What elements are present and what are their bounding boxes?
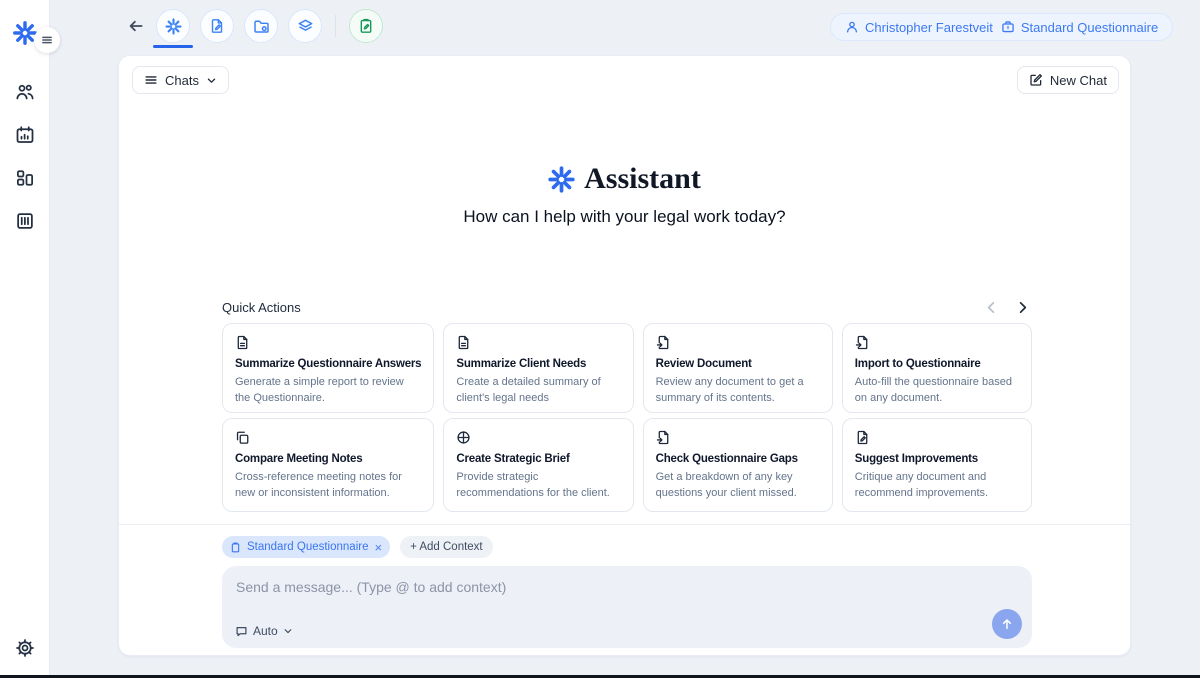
message-input[interactable] bbox=[236, 579, 976, 619]
card-import-to-questionnaire[interactable]: Import to Questionnaire Auto-fill the qu… bbox=[842, 323, 1032, 413]
chat-bubble-icon bbox=[235, 625, 248, 638]
pencil-square-icon bbox=[1029, 73, 1043, 87]
copy-icon bbox=[235, 430, 421, 445]
session-context-pill[interactable]: Christopher Farestveit Standard Question… bbox=[830, 13, 1173, 41]
file-import-icon bbox=[855, 335, 1019, 350]
new-chat-label: New Chat bbox=[1050, 73, 1107, 88]
hero-subtitle: How can I help with your legal work toda… bbox=[119, 207, 1130, 227]
context-chip-label: Standard Questionnaire bbox=[247, 541, 368, 553]
file-pen-icon bbox=[855, 430, 1019, 445]
file-import-icon bbox=[656, 335, 820, 350]
sidebar-nav bbox=[12, 79, 38, 234]
clipboard-icon bbox=[230, 542, 241, 553]
arrow-up-icon bbox=[1000, 617, 1014, 631]
card-summarize-questionnaire-answers[interactable]: Summarize Questionnaire Answers Generate… bbox=[222, 323, 434, 413]
card-description: Cross-reference meeting notes for new or… bbox=[235, 470, 421, 502]
card-title: Suggest Improvements bbox=[855, 453, 1019, 465]
sidebar bbox=[0, 0, 50, 678]
chats-label: Chats bbox=[165, 73, 199, 88]
target-icon bbox=[456, 430, 620, 445]
clipboard-pen-icon bbox=[358, 18, 374, 34]
card-description: Get a breakdown of any key questions you… bbox=[656, 470, 820, 502]
sidebar-toggle-button[interactable] bbox=[34, 27, 60, 53]
tab-vault[interactable] bbox=[244, 9, 278, 43]
sidebar-item-layout[interactable] bbox=[12, 165, 38, 191]
card-suggest-improvements[interactable]: Suggest Improvements Critique any docume… bbox=[842, 418, 1032, 512]
hamburger-icon bbox=[41, 34, 53, 46]
card-title: Compare Meeting Notes bbox=[235, 453, 421, 465]
folder-lock-icon bbox=[253, 18, 270, 35]
card-title: Create Strategic Brief bbox=[456, 453, 620, 465]
chevron-down-icon bbox=[283, 626, 293, 636]
context-name: Standard Questionnaire bbox=[1021, 20, 1158, 35]
card-description: Review any document to get a summary of … bbox=[656, 375, 820, 407]
workspace-tabs bbox=[156, 9, 383, 43]
sidebar-item-clients[interactable] bbox=[12, 79, 38, 105]
assistant-spark-icon bbox=[548, 166, 575, 193]
chevron-down-icon bbox=[206, 75, 217, 86]
context-segment[interactable]: Standard Questionnaire bbox=[1001, 20, 1158, 35]
chip-close-icon[interactable]: × bbox=[374, 541, 382, 554]
card-description: Generate a simple report to review the Q… bbox=[235, 375, 421, 407]
composer-divider bbox=[119, 524, 1130, 525]
arrow-left-icon bbox=[127, 17, 145, 35]
active-tab-indicator bbox=[153, 45, 193, 48]
card-description: Create a detailed summary of client's le… bbox=[456, 375, 620, 407]
file-text-icon bbox=[235, 335, 421, 350]
card-description: Provide strategic recommendations for th… bbox=[456, 470, 620, 502]
message-composer: Auto bbox=[222, 566, 1032, 648]
tabs-divider bbox=[335, 15, 336, 37]
add-context-label: + Add Context bbox=[410, 541, 483, 553]
context-chips-row: Standard Questionnaire × + Add Context bbox=[222, 536, 493, 558]
back-button[interactable] bbox=[127, 17, 145, 35]
app-spark-logo bbox=[13, 21, 37, 45]
chevron-left-icon[interactable] bbox=[984, 300, 999, 315]
card-check-questionnaire-gaps[interactable]: Check Questionnaire Gaps Get a breakdown… bbox=[643, 418, 833, 512]
tab-assistant[interactable] bbox=[156, 9, 190, 43]
card-title: Check Questionnaire Gaps bbox=[656, 453, 820, 465]
settings-gear-icon[interactable] bbox=[12, 635, 38, 661]
card-title: Review Document bbox=[656, 358, 820, 370]
user-name: Christopher Farestveit bbox=[865, 20, 993, 35]
card-compare-meeting-notes[interactable]: Compare Meeting Notes Cross-reference me… bbox=[222, 418, 434, 512]
sidebar-item-calendar[interactable] bbox=[12, 122, 38, 148]
person-icon bbox=[845, 20, 859, 34]
quick-actions-label: Quick Actions bbox=[222, 300, 301, 315]
card-description: Critique any document and recommend impr… bbox=[855, 470, 1019, 502]
card-create-strategic-brief[interactable]: Create Strategic Brief Provide strategic… bbox=[443, 418, 633, 512]
file-text-icon bbox=[456, 335, 620, 350]
tab-drafting[interactable] bbox=[200, 9, 234, 43]
new-chat-button[interactable]: New Chat bbox=[1017, 66, 1119, 94]
menu-icon bbox=[144, 73, 158, 87]
tab-questionnaire[interactable] bbox=[349, 9, 383, 43]
add-context-button[interactable]: + Add Context bbox=[400, 536, 493, 558]
layers-icon bbox=[297, 18, 314, 35]
assistant-panel: Chats New Chat Assistant How can I help … bbox=[118, 55, 1131, 656]
card-summarize-client-needs[interactable]: Summarize Client Needs Create a detailed… bbox=[443, 323, 633, 413]
sidebar-item-library[interactable] bbox=[12, 208, 38, 234]
tab-layers[interactable] bbox=[288, 9, 322, 43]
file-import-icon bbox=[656, 430, 820, 445]
file-pen-icon bbox=[209, 18, 225, 34]
card-title: Summarize Questionnaire Answers bbox=[235, 358, 421, 370]
card-title: Import to Questionnaire bbox=[855, 358, 1019, 370]
send-button[interactable] bbox=[992, 609, 1022, 639]
mode-label: Auto bbox=[253, 624, 278, 638]
card-description: Auto-fill the questionnaire based on any… bbox=[855, 375, 1019, 407]
chats-dropdown-button[interactable]: Chats bbox=[132, 66, 229, 94]
hero-title: Assistant bbox=[119, 162, 1130, 196]
user-segment[interactable]: Christopher Farestveit bbox=[845, 20, 993, 35]
briefcase-icon bbox=[1001, 20, 1015, 34]
chevron-right-icon[interactable] bbox=[1015, 300, 1030, 315]
spark-icon bbox=[165, 18, 182, 35]
quick-actions-grid: Summarize Questionnaire Answers Generate… bbox=[222, 323, 1032, 512]
context-chip-standard-questionnaire[interactable]: Standard Questionnaire × bbox=[222, 536, 390, 558]
model-mode-selector[interactable]: Auto bbox=[235, 624, 293, 638]
assistant-title: Assistant bbox=[584, 162, 701, 196]
card-title: Summarize Client Needs bbox=[456, 358, 620, 370]
card-review-document[interactable]: Review Document Review any document to g… bbox=[643, 323, 833, 413]
quick-actions-pager bbox=[984, 300, 1030, 315]
